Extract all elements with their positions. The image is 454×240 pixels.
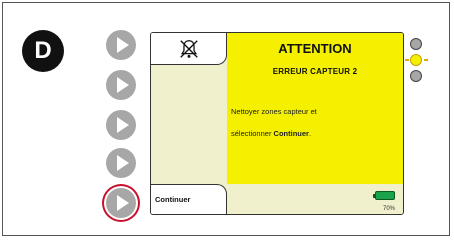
play-icon (117, 117, 129, 133)
side-button-2[interactable] (106, 70, 136, 100)
continue-softkey[interactable]: Continuer (151, 184, 227, 214)
message-suffix: . (308, 129, 312, 138)
message-prefix: sélectionner (231, 129, 274, 138)
step-badge: D (22, 30, 64, 72)
side-button-4[interactable] (106, 148, 136, 178)
side-button-continue[interactable] (106, 188, 136, 218)
message-line-2: sélectionner Continuer. (231, 123, 396, 145)
alert-subtitle: ERREUR CAPTEUR 2 (272, 67, 358, 76)
message-bold: Continuer (273, 129, 309, 138)
side-button-3[interactable] (106, 110, 136, 140)
battery-icon (373, 191, 395, 200)
play-icon (117, 195, 129, 211)
battery-percent: 70% (382, 206, 395, 212)
indicator-led-1 (410, 38, 422, 50)
muted-alarm-icon (179, 39, 198, 58)
play-icon (117, 77, 129, 93)
alert-title: ATTENTION (278, 41, 352, 56)
led-glow-ray (424, 59, 428, 61)
play-icon (117, 37, 129, 53)
device-screen: ATTENTION ERREUR CAPTEUR 2 Nettoyer zone… (150, 32, 404, 215)
alarm-icon-tab (151, 33, 227, 65)
indicator-led-3 (410, 70, 422, 82)
led-glow-ray (405, 59, 409, 61)
alert-message: Nettoyer zones capteur et sélectionner C… (231, 101, 396, 145)
side-button-1[interactable] (106, 30, 136, 60)
message-line-1: Nettoyer zones capteur et (231, 107, 317, 116)
play-icon (117, 155, 129, 171)
indicator-led-2 (410, 54, 422, 66)
